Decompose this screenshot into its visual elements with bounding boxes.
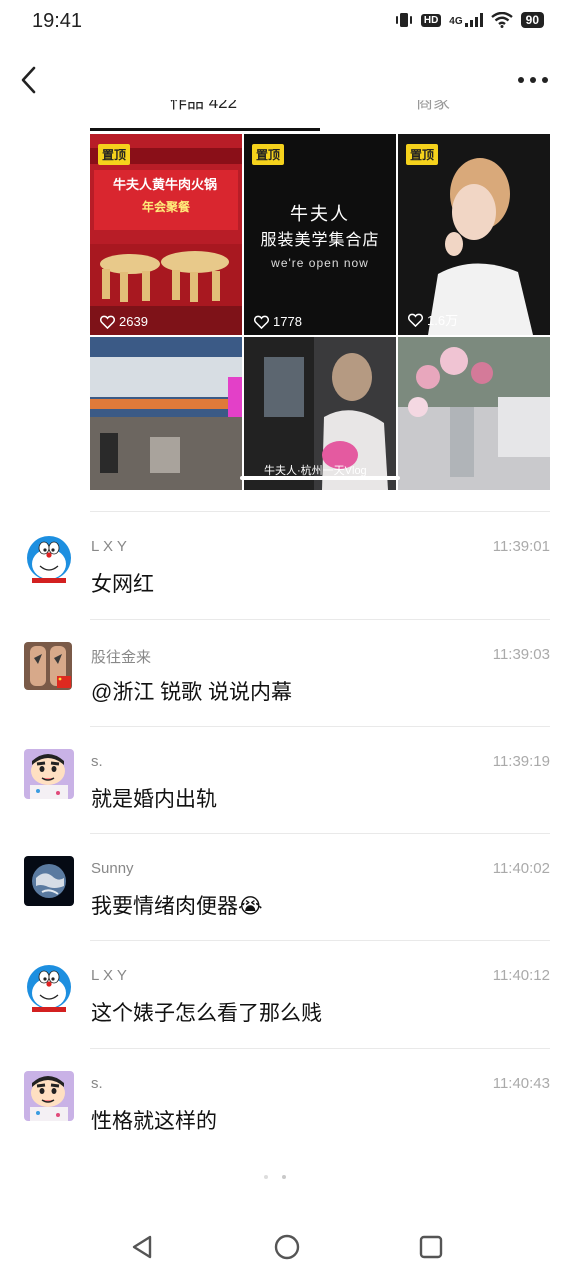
mall-image [90, 337, 242, 490]
avatar[interactable] [24, 749, 74, 799]
message-time: 11:40:12 [492, 967, 550, 984]
avatar[interactable] [24, 1071, 74, 1121]
system-back-button[interactable] [128, 1232, 158, 1262]
heart-icon [408, 313, 423, 327]
message-time: 11:39:19 [492, 753, 550, 770]
likes-count: 1778 [273, 314, 302, 329]
message-time: 11:40:02 [492, 860, 550, 877]
video-thumbnail-3[interactable]: 置顶 1.6万 [398, 134, 550, 335]
wifi-icon [490, 12, 513, 28]
message-item: s. 11:39:19 就是婚内出轨 [0, 735, 574, 835]
crayon-shinchan-avatar-icon [24, 749, 74, 799]
page-dot [264, 1175, 268, 1179]
message-time: 11:39:01 [492, 538, 550, 555]
video-1-title: 牛夫人黄牛肉火锅 [112, 177, 217, 192]
system-recents-button[interactable] [416, 1232, 446, 1262]
message-item: L X Y 11:40:12 这个婊子怎么看了那么贱 [0, 949, 574, 1049]
vibrate-icon [395, 13, 412, 27]
message-sender: 股往金来 [91, 649, 152, 666]
crayon-shinchan-avatar-icon [24, 1071, 74, 1121]
square-recents-icon [419, 1235, 443, 1259]
video-thumbnail-4[interactable] [90, 337, 242, 490]
video-1-subtitle: 年会聚餐 [141, 200, 190, 214]
divider [90, 619, 550, 620]
video-2-tagline: we're open now [271, 256, 369, 270]
page-dot-active [282, 1175, 286, 1179]
message-text: 女网红 [91, 573, 154, 596]
avatar[interactable] [24, 642, 72, 690]
avatar[interactable] [24, 856, 74, 906]
more-button[interactable] [516, 62, 550, 98]
message-sender: L X Y [91, 538, 127, 555]
likes-count: 1.6万 [427, 313, 459, 328]
pinned-badge: 置顶 [98, 144, 131, 165]
message-sender: s. [91, 1075, 103, 1092]
message-time: 11:40:43 [492, 1075, 550, 1092]
signal-icon [464, 13, 483, 27]
heart-icon [254, 315, 269, 329]
divider [90, 940, 550, 941]
video-2-subtitle: 服装美学集合店 [260, 232, 380, 249]
message-text: 就是婚内出轨 [91, 788, 217, 811]
message-item: 股往金来 11:39:03 @浙江 锐歌 说说内幕 [0, 628, 574, 728]
message-text: 我要情绪肉便器😭 [91, 895, 263, 918]
message-text: @浙江 锐歌 说说内幕 [91, 681, 292, 704]
message-time: 11:39:03 [492, 646, 550, 663]
more-horizontal-icon [518, 77, 548, 83]
message-sender: Sunny [91, 860, 134, 877]
status-bar: 19:41 HD 4G 90 [0, 0, 574, 44]
video-1-likes: 2639 [100, 314, 148, 329]
video-thumbnail-2[interactable]: 牛夫人 服装美学集合店 we're open now 置顶 1778 [244, 134, 396, 335]
video-grid: 牛夫人黄牛肉火锅 年会聚餐 置顶 2639 牛夫人 服装美学集合店 we're … [90, 134, 550, 490]
message-item: s. 11:40:43 性格就这样的 [0, 1057, 574, 1157]
message-sender: L X Y [91, 967, 127, 984]
status-time: 19:41 [32, 10, 83, 32]
tab-works[interactable]: 作品 422 [170, 100, 237, 113]
pinned-badge: 置顶 [406, 144, 439, 165]
video-2-likes: 1778 [254, 314, 302, 329]
avatar[interactable] [24, 534, 74, 584]
system-home-button[interactable] [272, 1232, 302, 1262]
divider [90, 511, 550, 512]
doraemon-avatar-icon [24, 534, 74, 584]
back-button[interactable] [14, 60, 46, 100]
profile-tabs: 作品 422 商家 [90, 100, 550, 134]
battery-icon: 90 [520, 12, 544, 28]
circle-home-icon [274, 1234, 300, 1260]
message-item: L X Y 11:39:01 女网红 [0, 520, 574, 620]
likes-count: 2639 [119, 314, 148, 329]
video-3-likes: 1.6万 [408, 310, 458, 329]
avatar[interactable] [24, 963, 74, 1013]
status-icons: HD 4G 90 [395, 12, 544, 28]
message-text: 性格就这样的 [91, 1110, 217, 1133]
divider [90, 1048, 550, 1049]
video-thumbnail-5[interactable]: 牛夫人·杭州一天Vlog [244, 337, 396, 490]
divider [90, 833, 550, 834]
tab-active-indicator [90, 128, 320, 131]
doraemon-avatar-icon [24, 963, 74, 1013]
message-text: 这个婊子怎么看了那么贱 [91, 1002, 322, 1025]
page-dots [264, 1175, 286, 1179]
tab-shop[interactable]: 商家 [416, 100, 450, 113]
video-thumbnail-6[interactable] [398, 337, 550, 490]
pinned-badge: 置顶 [252, 144, 285, 165]
network-label: 4G [449, 16, 463, 27]
heart-icon [100, 315, 115, 329]
message-item: Sunny 11:40:02 我要情绪肉便器😭 [0, 842, 574, 942]
hd-icon: HD [420, 13, 442, 27]
chevron-left-icon [21, 66, 36, 94]
message-sender: s. [91, 753, 103, 770]
tattoo-hands-avatar-icon [24, 642, 72, 690]
flowers-image [398, 337, 550, 490]
earth-avatar-icon [24, 856, 74, 906]
divider [90, 726, 550, 727]
video-thumbnail-1[interactable]: 牛夫人黄牛肉火锅 年会聚餐 置顶 2639 [90, 134, 242, 335]
triangle-back-icon [132, 1235, 152, 1259]
carousel-scroll-indicator [240, 476, 400, 480]
video-2-title: 牛夫人 [290, 204, 350, 224]
system-nav-bar [0, 1212, 574, 1280]
